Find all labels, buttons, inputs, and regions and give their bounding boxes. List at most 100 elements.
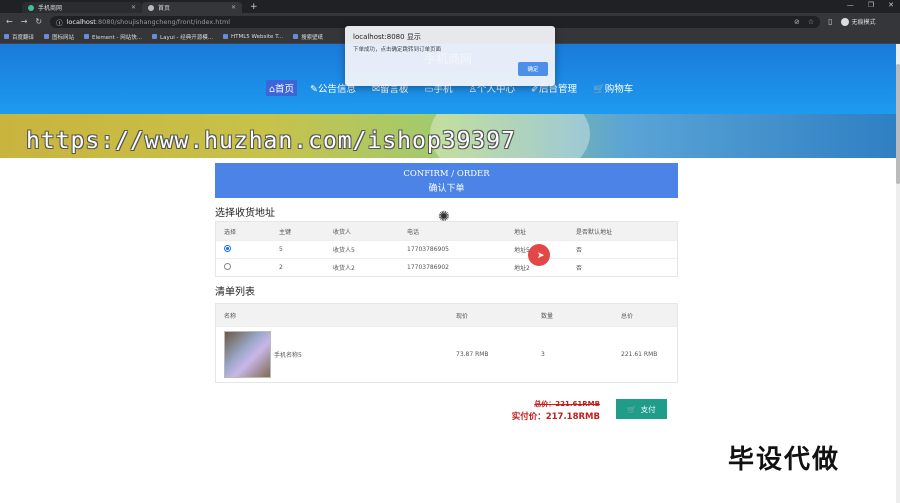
table-row[interactable]: 5 收货人5 17703786905 地址5 否 xyxy=(216,240,677,258)
tab-title: 首页 xyxy=(158,5,171,12)
maximize-icon[interactable]: ❐ xyxy=(868,1,874,9)
pay-label: 支付 xyxy=(640,404,656,414)
address-section-title: 选择收货地址 xyxy=(215,208,275,219)
actual-total: 实付价：217.18RMB xyxy=(511,412,600,422)
bookmark-label: 图标网站 xyxy=(52,34,75,41)
nav-home[interactable]: ⌂首页 xyxy=(266,80,298,96)
product-name: 手机名称5 xyxy=(274,352,302,359)
bookmark-item[interactable]: 搜索壁纸 xyxy=(293,33,323,41)
bookmark-item[interactable]: Layui - 经典开源模... xyxy=(152,33,213,41)
table-row: 手机名称5 73.87 RMB 3 221.61 RMB xyxy=(216,326,677,382)
bookmark-icon xyxy=(293,34,299,39)
col-phone: 电话 xyxy=(407,228,420,236)
scrollbar[interactable] xyxy=(896,44,900,503)
address-radio[interactable] xyxy=(224,263,231,270)
bookmark-item[interactable]: 百度翻译 xyxy=(4,33,34,41)
cell-id: 5 xyxy=(279,246,283,253)
star-icon[interactable]: ☆ xyxy=(808,18,814,26)
close-icon[interactable]: ✕ xyxy=(131,4,136,11)
bookmark-item[interactable]: 图标网站 xyxy=(44,33,74,41)
cart-icon: 🛒 xyxy=(627,404,637,414)
cell-default: 否 xyxy=(576,247,583,254)
confirm-title-en: CONFIRM / ORDER xyxy=(403,169,490,179)
bookmark-label: HTML5 Website T... xyxy=(230,33,284,40)
order-totals: 总价：221.61RMB 实付价：217.18RMB xyxy=(500,399,600,422)
watermark-url: https://www.huzhan.com/ishop39397 xyxy=(26,128,516,154)
address-actions: ⊘ ☆ xyxy=(794,18,814,26)
cell-default: 否 xyxy=(576,265,583,272)
col-receiver: 收货人 xyxy=(333,228,352,236)
tab-shouji[interactable]: 手机商网 ✕ xyxy=(22,2,142,13)
cell-receiver: 收货人5 xyxy=(333,247,355,254)
original-total: 总价：221.61RMB xyxy=(534,400,600,408)
address-radio[interactable] xyxy=(224,245,231,252)
col-qty: 数量 xyxy=(541,312,554,320)
cart-section-title: 清单列表 xyxy=(215,287,255,298)
forward-icon[interactable]: → xyxy=(21,17,28,26)
scrollbar-thumb[interactable] xyxy=(896,64,900,184)
url-path: :8080/shoujishangcheng/front/index.html xyxy=(95,17,231,26)
cell-phone: 17703786902 xyxy=(407,264,449,271)
close-window-icon[interactable]: ✕ xyxy=(888,1,894,9)
bookmark-label: Element - 网站快... xyxy=(92,34,143,41)
cell-id: 2 xyxy=(279,264,283,271)
bookmark-icon xyxy=(44,34,50,39)
product-thumbnail[interactable] xyxy=(224,331,271,378)
cell-receiver: 收货人2 xyxy=(333,265,355,272)
col-price: 现价 xyxy=(456,312,469,320)
close-icon[interactable]: ✕ xyxy=(231,4,236,11)
profile-button[interactable]: 无痕模式 xyxy=(840,17,876,26)
minimize-icon[interactable]: — xyxy=(847,1,854,9)
bookmark-label: 搜索壁纸 xyxy=(301,34,324,41)
cell-product: 手机名称5 xyxy=(216,331,448,378)
url-host: localhost xyxy=(66,17,96,26)
tab-bar: 手机商网 ✕ 首页 ✕ + — ❐ ✕ xyxy=(0,0,900,13)
bookmark-icon xyxy=(222,34,228,39)
reload-icon[interactable]: ↻ xyxy=(35,17,42,26)
select-cell xyxy=(216,263,271,272)
table-header: 名称 现价 数量 总价 xyxy=(216,304,677,326)
tab-title: 手机商网 xyxy=(38,5,63,12)
cursor-icon: ➤ xyxy=(537,251,545,261)
col-name: 名称 xyxy=(224,312,237,320)
col-total: 总价 xyxy=(621,312,634,320)
cell-phone: 17703786905 xyxy=(407,246,449,253)
split-icon[interactable]: ▯ xyxy=(828,17,832,26)
bookmark-item[interactable]: HTML5 Website T... xyxy=(222,33,284,40)
bookmark-icon xyxy=(4,34,9,39)
bookmark-icon xyxy=(152,34,158,39)
nav-cart[interactable]: 🛒购物车 xyxy=(590,80,636,96)
cell-price: 73.87 RMB xyxy=(456,351,489,358)
window-controls: — ❐ ✕ xyxy=(847,1,894,9)
bookmark-icon xyxy=(84,34,90,39)
cell-qty: 3 xyxy=(541,351,545,358)
col-select: 选择 xyxy=(224,228,237,236)
profile-label: 无痕模式 xyxy=(851,19,876,26)
alert-dialog: localhost:8080 显示 下单成功，点击确定跳转到订单页面 确定 xyxy=(345,26,555,86)
alert-message: 下单成功，点击确定跳转到订单页面 xyxy=(353,47,442,53)
cell-total: 221.61 RMB xyxy=(621,351,658,358)
avatar xyxy=(840,17,849,26)
vue-icon xyxy=(28,4,34,11)
tab-home[interactable]: 首页 ✕ xyxy=(142,2,242,13)
bookmark-item[interactable]: Element - 网站快... xyxy=(84,33,142,41)
new-tab-button[interactable]: + xyxy=(250,2,258,12)
alert-ok-button[interactable]: 确定 xyxy=(518,62,548,76)
select-cell xyxy=(216,245,271,254)
back-icon[interactable]: ← xyxy=(6,17,13,26)
table-header: 选择 主键 收货人 电话 地址 是否默认地址 xyxy=(216,222,677,240)
bookmark-label: Layui - 经典开源模... xyxy=(160,34,213,41)
brand-watermark: 毕设代做 xyxy=(728,445,841,475)
address-table: 选择 主键 收货人 电话 地址 是否默认地址 5 收货人5 1770378690… xyxy=(215,221,678,277)
page-viewport: 手机商网 ⌂首页 ✎公告信息 ✉留言板 ▭手机 ♙个人中心 ✐后台管理 🛒购物车… xyxy=(0,44,896,503)
cart-table: 名称 现价 数量 总价 手机名称5 73.87 RMB 3 221.61 RMB xyxy=(215,303,678,383)
globe-icon xyxy=(148,4,154,11)
table-row[interactable]: 2 收货人2 17703786902 地址2 否 xyxy=(216,258,677,276)
bookmark-label: 百度翻译 xyxy=(12,34,35,41)
col-id: 主键 xyxy=(279,228,292,236)
eye-off-icon[interactable]: ⊘ xyxy=(794,18,800,26)
col-address: 地址 xyxy=(514,228,527,236)
info-icon[interactable]: ⓘ xyxy=(56,17,63,27)
confirm-title-zh: 确认下单 xyxy=(428,184,465,194)
pay-button[interactable]: 🛒 支付 xyxy=(616,399,667,419)
